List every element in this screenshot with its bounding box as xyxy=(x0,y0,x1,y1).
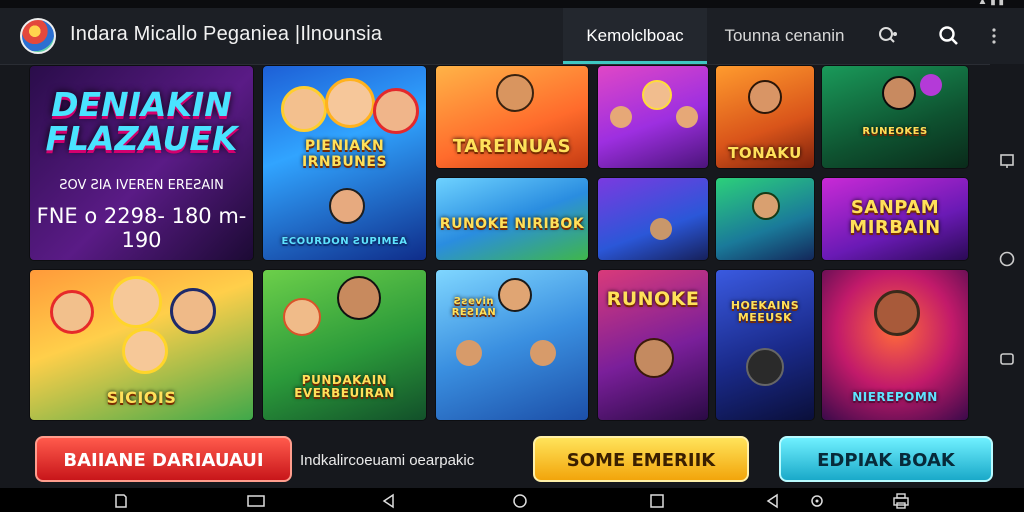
nav-recents-icon[interactable] xyxy=(646,492,668,510)
game-tile[interactable]: NIEREPOMN xyxy=(822,270,968,420)
game-tile[interactable]: TAREINUAS xyxy=(436,66,588,168)
tab-tounna-cenanin[interactable]: Tounna cenanin xyxy=(712,8,857,64)
game-title: RUNOKE NIRIBOK xyxy=(439,216,585,232)
game-tile[interactable]: RUNEOKES xyxy=(822,66,968,168)
system-nav-bar xyxy=(0,488,1024,512)
app-logo[interactable] xyxy=(20,18,56,54)
game-title: SANPAM MIRBAIN xyxy=(849,197,941,238)
game-tile[interactable]: RUNOKE xyxy=(598,270,708,420)
home-icon[interactable] xyxy=(996,248,1018,270)
bottom-action-bar: BAIIANE DARIAUAUI Indkalircoeuami oearpa… xyxy=(0,428,1024,488)
hero-numbers: FNE o 2298- 180 m- 190 xyxy=(36,204,247,252)
game-title: HOEKAINS MEEUSK xyxy=(730,299,800,324)
game-title: Ƨƨevin REƧIAN xyxy=(451,296,497,318)
game-tile[interactable]: SANPAM MIRBAIN xyxy=(822,178,968,260)
print-icon[interactable] xyxy=(890,492,912,510)
game-title: TAREINUAS xyxy=(452,136,572,157)
bottom-caption: Indkalircoeuami oearpakic xyxy=(300,452,475,469)
nav-back-icon-2[interactable] xyxy=(762,492,784,510)
game-tile[interactable]: PUNDAKAIN EVERBEUIRAN xyxy=(263,270,426,420)
screenshot-icon[interactable] xyxy=(110,492,132,510)
game-title: RUNEOKES xyxy=(862,126,928,137)
recent-apps-icon[interactable] xyxy=(996,150,1018,172)
top-app-bar: Indara Micallo Peganiea |Ilnounsia Kemol… xyxy=(0,8,1024,65)
hero-title-line1: DENIAKIN xyxy=(51,85,232,124)
game-title: RUNOKE xyxy=(606,288,700,310)
game-tile[interactable]: PIENIAKN IRNBUNES ECOURDON ƧUPIMEA xyxy=(263,66,426,260)
keyboard-icon[interactable] xyxy=(245,492,267,510)
primary-red-button[interactable]: BAIIANE DARIAUAUI xyxy=(35,436,292,482)
game-title: PIENIAKN IRNBUNES xyxy=(301,138,388,170)
nav-back-icon[interactable] xyxy=(378,492,400,510)
game-title: PUNDAKAIN EVERBEUIRAN xyxy=(294,373,395,400)
cyan-action-button[interactable]: EDPIAK BOAK xyxy=(779,436,993,482)
yellow-action-button[interactable]: SOME EMERIIK xyxy=(533,436,749,482)
hero-subtitle: ƧOV ƧIA IVEREN EREƧAIN xyxy=(59,178,224,193)
back-icon[interactable] xyxy=(996,348,1018,370)
game-title: NIEREPOMN xyxy=(852,390,938,404)
nav-home-icon[interactable] xyxy=(509,492,531,510)
assistant-icon[interactable] xyxy=(806,492,828,510)
hero-banner[interactable]: DENIAKIN FLAZAUEK ƧOV ƧIA IVEREN EREƧAIN… xyxy=(30,66,253,260)
status-icons: ▲ ▮ ▮ xyxy=(977,0,1004,7)
tab-kemolclboac[interactable]: Kemolclboac xyxy=(563,8,707,64)
more-vertical-icon[interactable] xyxy=(984,22,1004,50)
game-tile[interactable]: Ƨƨevin REƧIAN xyxy=(436,270,588,420)
side-nav xyxy=(990,64,1024,488)
search-settings-icon[interactable] xyxy=(874,22,902,50)
game-title: SICIOIS xyxy=(106,388,177,407)
tab-label: Tounna cenanin xyxy=(724,26,845,45)
hero-title: DENIAKIN FLAZAUEK xyxy=(36,88,247,156)
status-bar: ▲ ▮ ▮ xyxy=(0,0,1024,8)
game-tile[interactable]: HOEKAINS MEEUSK xyxy=(716,270,814,420)
tab-label: Kemolclboac xyxy=(586,26,684,45)
game-tile[interactable]: SICIOIS xyxy=(30,270,253,420)
game-title: TONAKU xyxy=(728,144,802,162)
game-tile[interactable] xyxy=(598,66,708,168)
game-tile[interactable]: RUNOKE NIRIBOK xyxy=(436,178,588,260)
game-title: ECOURDON ƧUPIMEA xyxy=(281,236,408,247)
game-tile[interactable] xyxy=(716,178,814,260)
search-icon[interactable] xyxy=(935,22,963,50)
game-tile[interactable] xyxy=(598,178,708,260)
game-tile[interactable]: TONAKU xyxy=(716,66,814,168)
app-title: Indara Micallo Peganiea |Ilnounsia xyxy=(70,23,383,45)
hero-title-line2: FLAZAUEK xyxy=(45,119,238,158)
